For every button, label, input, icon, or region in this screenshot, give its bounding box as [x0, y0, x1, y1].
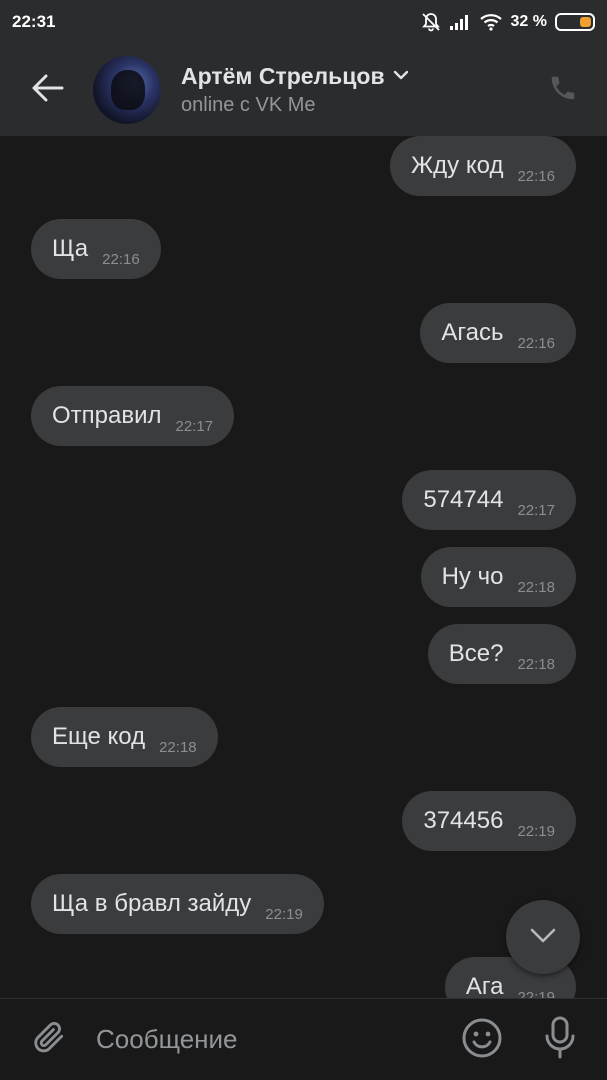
message-bubble-incoming[interactable]: Ща в бравл зайду 22:19	[31, 874, 324, 934]
wifi-icon	[479, 13, 503, 31]
message-time: 22:18	[159, 739, 197, 756]
message-text: Ща в бравл зайду	[52, 890, 252, 917]
message-text: Ну чо	[441, 563, 504, 590]
scroll-to-bottom-button[interactable]	[506, 900, 580, 974]
message-text: 574744	[423, 486, 504, 513]
message-text: Ага	[465, 973, 504, 998]
battery-percent: 32 %	[510, 13, 547, 30]
message-text: Ща	[52, 235, 89, 262]
status-icons: 32 %	[421, 12, 595, 32]
avatar[interactable]	[93, 56, 161, 124]
message-time: 22:17	[175, 418, 214, 435]
message-bubble-incoming[interactable]: Ща 22:16	[31, 219, 161, 279]
back-button[interactable]	[17, 60, 77, 120]
message-bubble-incoming[interactable]: Отправил 22:17	[31, 386, 235, 446]
message-text: 374456	[423, 807, 504, 834]
microphone-button[interactable]	[538, 1015, 582, 1065]
message-bubble-outgoing[interactable]: Все? 22:18	[427, 624, 576, 684]
message-time: 22:19	[517, 989, 555, 998]
attach-button[interactable]	[24, 1015, 74, 1065]
message-time: 22:18	[517, 579, 555, 596]
status-time: 22:31	[12, 12, 56, 31]
microphone-icon	[543, 1015, 577, 1066]
message-bubble-incoming[interactable]: Еще код 22:18	[31, 707, 218, 767]
mute-bell-icon	[421, 12, 441, 32]
message-time: 22:16	[517, 168, 555, 185]
battery-fill	[580, 17, 591, 27]
message-bubble-outgoing[interactable]: Ну чо 22:18	[420, 547, 576, 607]
call-button[interactable]	[543, 70, 583, 110]
chevron-down-icon	[393, 68, 409, 86]
back-arrow-icon	[30, 73, 64, 108]
contact-info[interactable]: Артём Стрельцов online с VK Me	[181, 63, 409, 117]
message-time: 22:19	[265, 906, 303, 923]
battery-icon	[555, 13, 595, 31]
paperclip-icon	[30, 1017, 68, 1062]
message-text: Жду код	[411, 152, 504, 179]
message-bubble-outgoing[interactable]: Жду код 22:16	[390, 136, 576, 196]
message-text: Отправил	[52, 402, 162, 429]
message-time: 22:18	[517, 656, 555, 673]
message-time: 22:19	[517, 823, 555, 840]
message-text: Все?	[448, 640, 504, 667]
message-text: Еще код	[52, 723, 146, 750]
status-bar: 22:31 32 %	[0, 0, 607, 44]
message-bubble-outgoing[interactable]: 374456 22:19	[402, 791, 576, 851]
message-bubble-outgoing[interactable]: Агась 22:16	[420, 303, 576, 363]
contact-name-row: Артём Стрельцов	[181, 63, 409, 90]
contact-status: online с VK Me	[181, 94, 316, 116]
chat-header: Артём Стрельцов online с VK Me	[0, 44, 607, 136]
message-list[interactable]: Жду код 22:16 Ща 22:16 Агась 22:16 Отпра…	[0, 136, 607, 998]
composer-bar: Сообщение	[0, 998, 607, 1080]
message-time: 22:17	[517, 502, 555, 519]
message-text: Агась	[441, 319, 504, 346]
message-time: 22:16	[517, 335, 555, 352]
message-time: 22:16	[102, 251, 140, 268]
chevron-down-icon	[529, 926, 557, 949]
message-bubble-outgoing[interactable]: 574744 22:17	[402, 470, 576, 530]
emoji-icon	[461, 1017, 503, 1064]
contact-name: Артём Стрельцов	[181, 63, 385, 89]
message-input[interactable]: Сообщение	[96, 1024, 238, 1055]
emoji-button[interactable]	[459, 1017, 505, 1063]
phone-icon	[548, 73, 578, 108]
signal-icon	[449, 13, 471, 31]
